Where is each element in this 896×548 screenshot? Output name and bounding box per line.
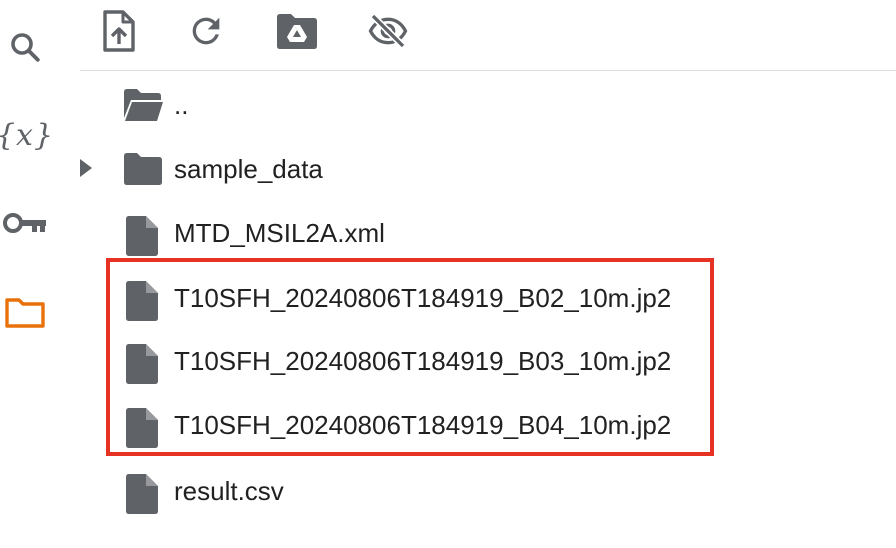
secrets-button[interactable] — [0, 198, 50, 248]
highlight-box — [106, 258, 714, 456]
folder-icon — [5, 298, 45, 328]
parent-directory-row[interactable]: .. — [80, 74, 896, 136]
mount-drive-button[interactable] — [274, 8, 320, 54]
search-button[interactable] — [0, 22, 50, 72]
variables-button[interactable]: {x} — [0, 110, 53, 160]
folder-icon — [124, 153, 162, 185]
drive-folder-icon — [277, 14, 317, 49]
folder-row-sample-data[interactable]: sample_data — [80, 138, 896, 200]
folder-open-icon — [124, 89, 163, 121]
file-name: result.csv — [174, 476, 284, 506]
key-icon — [3, 213, 46, 233]
file-icon — [126, 474, 158, 514]
file-row[interactable]: result.csv — [80, 460, 896, 522]
file-name: sample_data — [174, 154, 323, 184]
files-button[interactable] — [0, 287, 50, 337]
file-name: .. — [174, 90, 189, 120]
toggle-hidden-files-button[interactable] — [365, 8, 411, 54]
file-icon — [126, 216, 158, 256]
upload-button[interactable] — [96, 8, 142, 54]
left-sidebar: {x} — [0, 0, 56, 548]
file-toolbar — [80, 0, 896, 71]
expand-caret-icon[interactable] — [80, 159, 92, 177]
refresh-icon — [192, 17, 220, 45]
refresh-button[interactable] — [183, 8, 229, 54]
file-name: MTD_MSIL2A.xml — [174, 218, 385, 248]
search-icon — [11, 33, 40, 62]
upload-file-icon — [103, 10, 135, 52]
variables-icon: {x} — [0, 117, 55, 153]
eye-off-icon — [368, 13, 408, 49]
file-row[interactable]: MTD_MSIL2A.xml — [80, 202, 896, 264]
